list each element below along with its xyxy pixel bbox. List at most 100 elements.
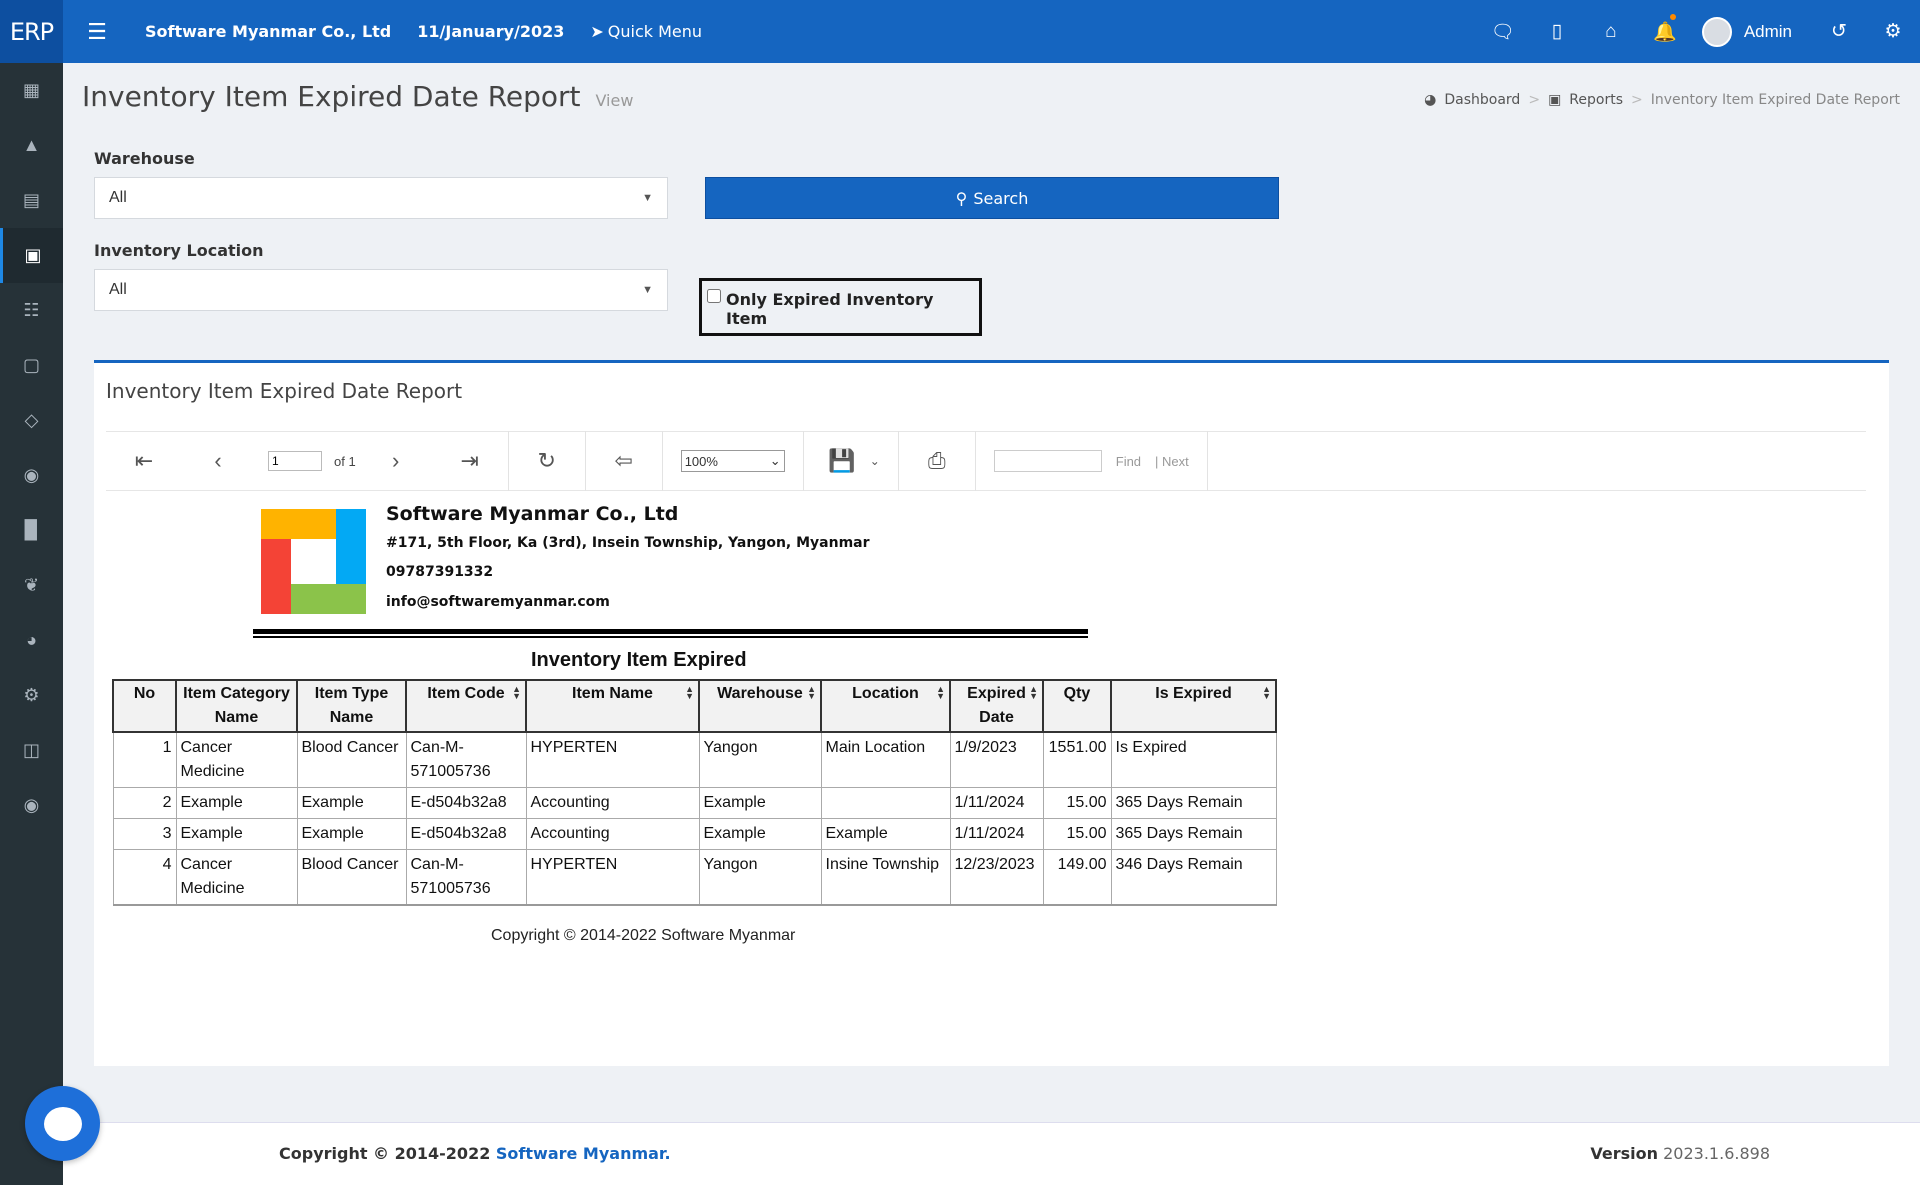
find-input[interactable]	[993, 450, 1102, 472]
gear-icon[interactable]: ⚙	[1866, 20, 1920, 43]
cell-no: 3	[112, 818, 177, 850]
cell-location: Main Location	[820, 731, 951, 788]
sort-icon[interactable]: ▲ ▼	[1262, 685, 1271, 701]
sort-icon[interactable]: ▲ ▼	[807, 685, 816, 701]
cell-item-code: E-d504b32a8	[405, 818, 527, 850]
warehouse-select[interactable]: All ▼	[94, 177, 668, 219]
next-link[interactable]: | Next	[1155, 454, 1189, 469]
chat-bubble-button[interactable]	[25, 1086, 100, 1161]
column-header-warehouse[interactable]: Warehouse ▲ ▼	[698, 679, 822, 733]
cell-expired-date: 1/11/2024	[949, 787, 1044, 819]
cell-item-code: Can-M-571005736	[405, 731, 527, 788]
column-header-is-expired[interactable]: Is Expired ▲ ▼	[1110, 679, 1277, 733]
building-icon[interactable]: ▯	[1530, 20, 1584, 43]
table-row: 4 Cancer Medicine Blood Cancer Can-M-571…	[112, 849, 1277, 906]
only-expired-checkbox[interactable]	[707, 289, 721, 303]
cell-location: Example	[820, 818, 951, 850]
gear-icon[interactable]: ⚙	[0, 668, 63, 723]
last-page-icon[interactable]: ⇥	[450, 448, 490, 474]
print-icon[interactable]: ⎙	[917, 448, 957, 474]
cell-location: Insine Township	[820, 849, 951, 906]
chevron-down-icon: ▼	[642, 192, 653, 204]
footer-version: Version 2023.1.6.898	[1590, 1144, 1770, 1163]
diamond-icon[interactable]: ◇	[0, 393, 63, 448]
column-header-expired-date[interactable]: Expired Date ▲ ▼	[949, 679, 1044, 733]
column-header-label: Qty	[1063, 685, 1091, 702]
report-address: #171, 5th Floor, Ka (3rd), Insein Townsh…	[386, 535, 870, 551]
dashboard-icon: ◕	[1424, 92, 1437, 108]
previous-page-icon[interactable]: ‹	[198, 448, 238, 474]
find-link[interactable]: Find	[1116, 454, 1141, 469]
report-company-name: Software Myanmar Co., Ltd	[386, 503, 679, 525]
footer-copyright-text: Copyright © 2014-2022	[279, 1144, 496, 1163]
sort-icon[interactable]: ▲ ▼	[936, 685, 945, 701]
cell-is-expired: 365 Days Remain	[1110, 818, 1277, 850]
refresh-group: ↻	[509, 431, 586, 491]
company-logo	[261, 509, 366, 614]
page-number-input[interactable]	[268, 451, 322, 471]
back-arrow-icon[interactable]: ⇦	[604, 448, 644, 474]
column-header-item-code[interactable]: Item Code ▲ ▼	[405, 679, 527, 733]
chevron-down-icon[interactable]: ⌄	[870, 454, 880, 468]
user-name[interactable]: Admin	[1744, 22, 1792, 42]
sort-icon[interactable]: ▲ ▼	[685, 685, 694, 701]
cell-warehouse: Yangon	[698, 849, 822, 906]
cell-item-type: Blood Cancer	[296, 731, 407, 788]
column-header-label: No	[133, 685, 156, 702]
first-page-icon[interactable]: ⇤	[124, 448, 164, 474]
inventory-location-select[interactable]: All ▼	[94, 269, 668, 311]
logo-block-red	[261, 539, 291, 614]
footer-company-link[interactable]: Software Myanmar.	[496, 1144, 671, 1163]
menu-toggle-icon[interactable]: ☰	[75, 19, 119, 45]
wechat-icon[interactable]: 🗨	[1476, 20, 1530, 44]
warehouse-label: Warehouse	[94, 149, 195, 168]
zoom-select[interactable]: 100% ⌄	[680, 450, 785, 472]
home-icon[interactable]: ⌂	[1584, 21, 1638, 43]
page-title: Inventory Item Expired Date Report View	[82, 80, 633, 113]
bar-chart-icon[interactable]: ▉	[0, 503, 63, 558]
quick-menu-link[interactable]: ➤ Quick Menu	[590, 22, 702, 41]
refresh-icon[interactable]: ↻	[527, 448, 567, 474]
next-page-icon[interactable]: ›	[376, 448, 416, 474]
book-icon[interactable]: ◫	[0, 723, 63, 778]
save-icon[interactable]: 💾	[822, 448, 862, 474]
cart-icon[interactable]: ▢	[0, 338, 63, 393]
calculator-icon[interactable]: ▦	[0, 63, 63, 118]
top-navbar: ERP ☰ Software Myanmar Co., Ltd 11/Janua…	[0, 0, 1920, 63]
cell-item-category: Example	[175, 787, 298, 819]
version-value: 2023.1.6.898	[1663, 1144, 1770, 1163]
comment-icon[interactable]: ◉	[0, 778, 63, 833]
cube-icon[interactable]: ▣	[0, 228, 63, 283]
column-header-label: Item Category Name	[183, 685, 290, 726]
avatar[interactable]	[1701, 16, 1732, 47]
breadcrumb-reports[interactable]: Reports	[1569, 92, 1623, 108]
clipboard-icon[interactable]: ☷	[0, 283, 63, 338]
bell-icon[interactable]: 🔔	[1638, 13, 1692, 44]
globe-icon[interactable]: ◕	[0, 613, 63, 668]
search-button-label: Search	[973, 188, 1029, 208]
cell-location	[820, 787, 951, 819]
cell-qty: 15.00	[1042, 787, 1112, 819]
cell-no: 1	[112, 731, 177, 788]
notification-dot	[1669, 13, 1676, 20]
users-icon[interactable]: ◉	[0, 448, 63, 503]
column-header-location[interactable]: Location ▲ ▼	[820, 679, 951, 733]
credit-card-icon[interactable]: ▤	[0, 173, 63, 228]
column-header-label: Warehouse	[717, 685, 803, 702]
table-row: 1 Cancer Medicine Blood Cancer Can-M-571…	[112, 731, 1277, 788]
column-header-item-name[interactable]: Item Name ▲ ▼	[525, 679, 700, 733]
logo-block-green	[291, 584, 366, 614]
sort-icon[interactable]: ▲ ▼	[512, 685, 521, 701]
cell-expired-date: 12/23/2023	[949, 849, 1044, 906]
search-button[interactable]: ⚲ Search	[705, 177, 1279, 219]
sort-icon[interactable]: ▲ ▼	[1029, 685, 1038, 701]
area-chart-icon[interactable]: ▲	[0, 118, 63, 173]
leaf-icon[interactable]: ❦	[0, 558, 63, 613]
history-icon[interactable]: ↺	[1812, 20, 1866, 43]
cell-item-code: E-d504b32a8	[405, 787, 527, 819]
breadcrumb-dashboard[interactable]: Dashboard	[1444, 92, 1520, 108]
only-expired-label[interactable]: Only Expired Inventory Item	[726, 290, 979, 328]
cell-item-type: Example	[296, 787, 407, 819]
brand-logo[interactable]: ERP	[0, 0, 63, 63]
cell-qty: 15.00	[1042, 818, 1112, 850]
